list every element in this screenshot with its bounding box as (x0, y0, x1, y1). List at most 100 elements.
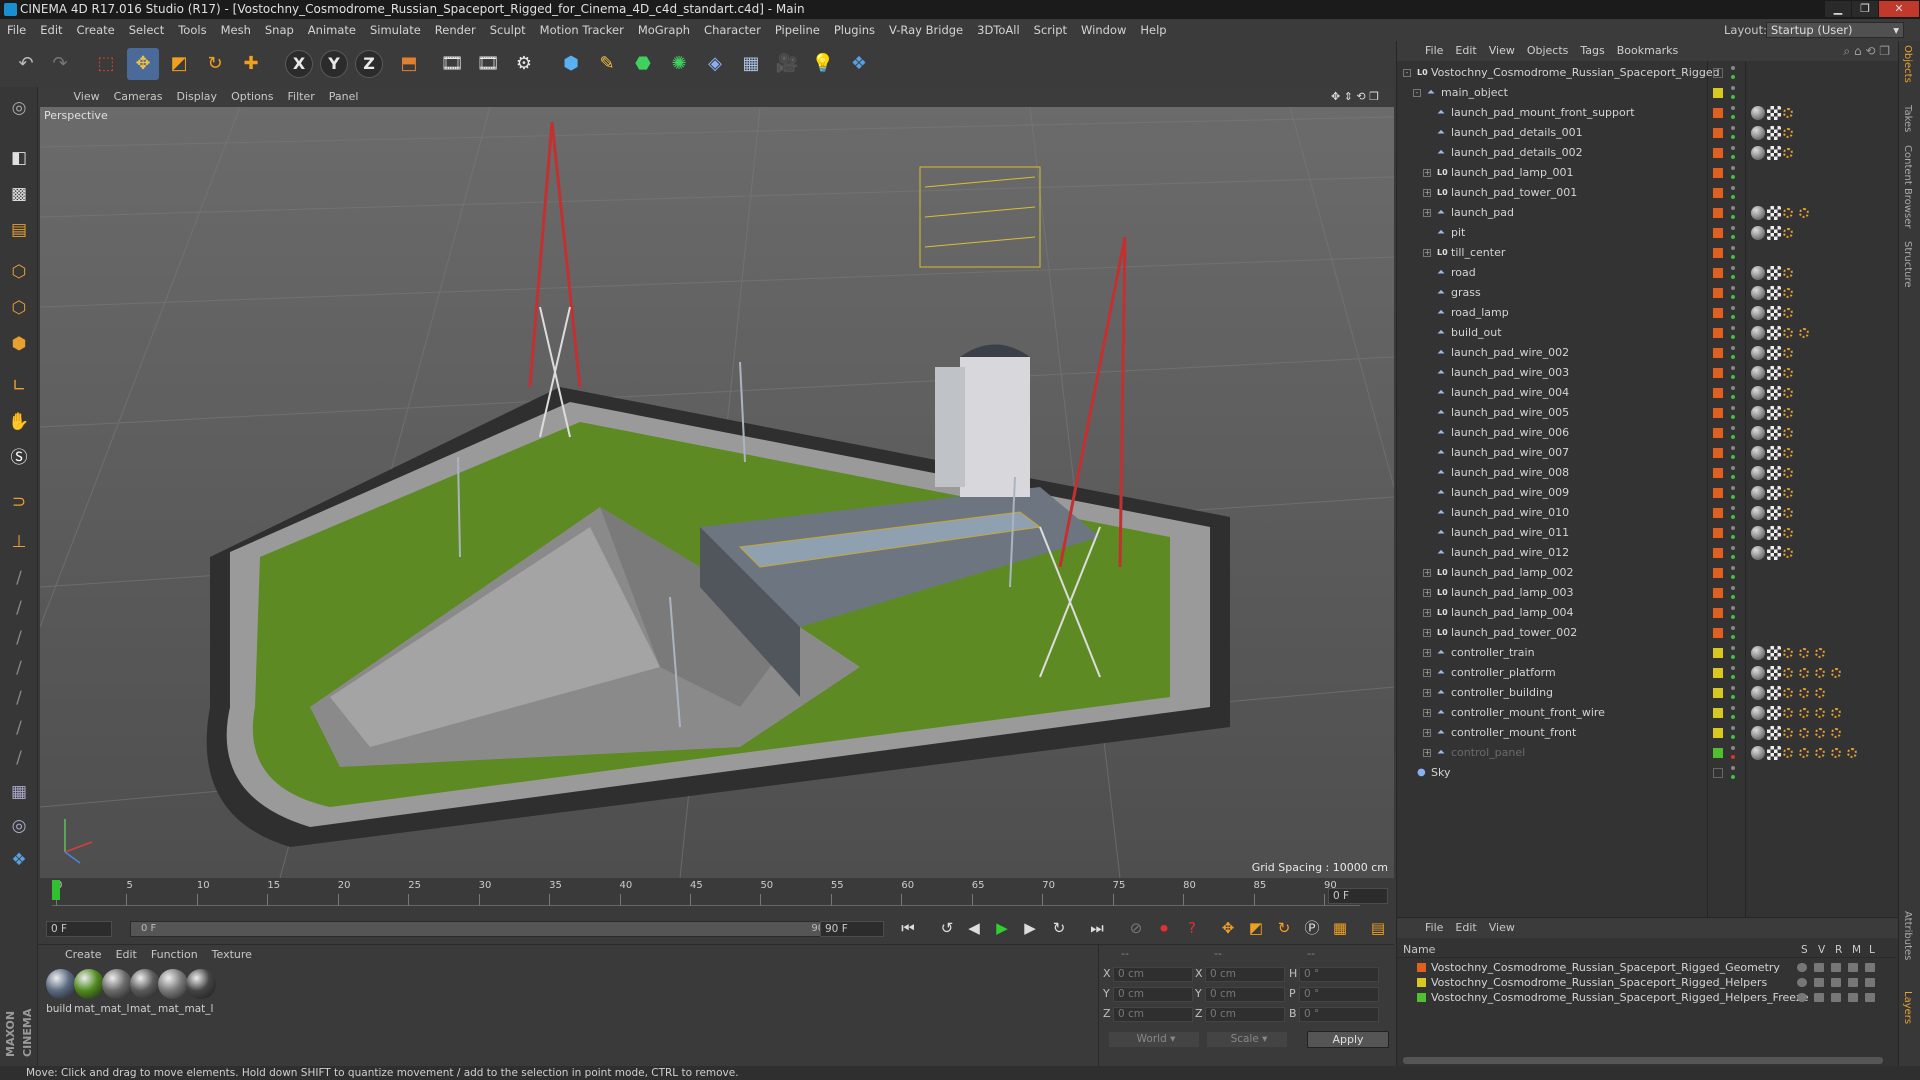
layer-toggle-icon[interactable] (1865, 978, 1875, 987)
render-visibility-dot[interactable] (1731, 775, 1735, 779)
cube-primitive-icon[interactable]: ⬢ (555, 48, 587, 80)
material-tag-icon[interactable] (1751, 486, 1765, 500)
keyframe-selection-icon[interactable]: ? (1180, 916, 1204, 940)
workplane-icon[interactable]: ⊥ (3, 527, 35, 557)
object-name[interactable]: launch_pad_wire_010 (1451, 503, 1569, 523)
protection-tag-icon[interactable] (1799, 688, 1809, 698)
material-tag-icon[interactable] (1751, 466, 1765, 480)
texture-tag-icon[interactable] (1767, 346, 1781, 360)
expand-icon[interactable]: + (1423, 669, 1431, 677)
viewport-menu-filter[interactable]: Filter (281, 87, 322, 107)
texture-tag-icon[interactable] (1767, 706, 1781, 720)
protection-tag-icon[interactable] (1783, 548, 1793, 558)
coordinate-system-icon[interactable]: ⬒ (393, 48, 425, 80)
layer-toggle-icon[interactable] (1814, 978, 1824, 987)
material-tag-icon[interactable] (1751, 106, 1765, 120)
layer-color-swatch[interactable] (1713, 208, 1723, 218)
protection-tag-icon[interactable] (1799, 648, 1809, 658)
editor-visibility-dot[interactable] (1731, 666, 1735, 670)
protection-tag-icon[interactable] (1799, 668, 1809, 678)
editor-visibility-dot[interactable] (1731, 766, 1735, 770)
menu-render[interactable]: Render (428, 19, 483, 41)
menu-edit[interactable]: Edit (33, 19, 69, 41)
editor-visibility-dot[interactable] (1731, 526, 1735, 530)
layer-name[interactable]: Vostochny_Cosmodrome_Russian_Spaceport_R… (1431, 960, 1780, 975)
object-row[interactable]: ⏶ pit (1397, 223, 1899, 243)
object-row[interactable]: ⏶ launch_pad_wire_011 (1397, 523, 1899, 543)
layer-color-swatch[interactable] (1713, 528, 1723, 538)
object-name[interactable]: launch_pad_lamp_004 (1451, 603, 1573, 623)
side-tab-objects[interactable]: Objects (1902, 45, 1913, 83)
render-visibility-dot[interactable] (1731, 495, 1735, 499)
editor-visibility-dot[interactable] (1731, 126, 1735, 130)
material-tag-icon[interactable] (1751, 546, 1765, 560)
layer-color-swatch[interactable] (1713, 128, 1723, 138)
range-slider[interactable]: 0 F 90 F (130, 921, 850, 937)
rotate-tool-icon[interactable]: ↻ (199, 48, 231, 80)
render-visibility-dot[interactable] (1731, 335, 1735, 339)
render-visibility-dot[interactable] (1731, 595, 1735, 599)
object-row[interactable]: ⏶ road_lamp (1397, 303, 1899, 323)
undo-icon[interactable]: ↶ (10, 48, 42, 80)
object-name[interactable]: till_center (1451, 243, 1505, 263)
material-menu-texture[interactable]: Texture (205, 945, 259, 965)
object-row[interactable]: ● Sky (1397, 763, 1899, 783)
protection-tag-icon[interactable] (1815, 728, 1825, 738)
coord-value-field[interactable]: 0 cm (1113, 967, 1193, 982)
object-row[interactable]: + ⏶ controller_building (1397, 683, 1899, 703)
protection-tag-icon[interactable] (1783, 268, 1793, 278)
layer-color-swatch[interactable] (1713, 348, 1723, 358)
layer-color-swatch[interactable] (1713, 648, 1723, 658)
object-name[interactable]: launch_pad_wire_007 (1451, 443, 1569, 463)
menu-create[interactable]: Create (70, 19, 122, 41)
sculpt-mask-icon[interactable]: ∕ (3, 713, 35, 743)
protection-tag-icon[interactable] (1799, 328, 1809, 338)
layer-toggle-icon[interactable] (1831, 993, 1841, 1002)
material-tag-icon[interactable] (1751, 686, 1765, 700)
material-ball[interactable] (186, 969, 216, 999)
object-row[interactable]: ⏶ grass (1397, 283, 1899, 303)
object-name[interactable]: launch_pad_details_002 (1451, 143, 1583, 163)
layer-none-icon[interactable] (1713, 68, 1723, 78)
side-tab-takes[interactable]: Takes (1902, 105, 1913, 132)
layer-toggle-icon[interactable] (1831, 963, 1841, 972)
viewport-menu-cameras[interactable]: Cameras (107, 87, 170, 107)
coord-value-field[interactable]: 0 cm (1205, 1007, 1285, 1022)
render-visibility-dot[interactable] (1731, 655, 1735, 659)
python-script-icon[interactable]: ❖ (3, 845, 35, 875)
next-key-icon[interactable]: ↻ (1047, 916, 1071, 940)
object-row[interactable]: ⏶ launch_pad_wire_010 (1397, 503, 1899, 523)
protection-tag-icon[interactable] (1783, 448, 1793, 458)
object-name[interactable]: grass (1451, 283, 1481, 303)
object-name[interactable]: launch_pad_mount_front_support (1451, 103, 1635, 123)
object-row[interactable]: ⏶ launch_pad_wire_009 (1397, 483, 1899, 503)
layer-color-swatch[interactable] (1713, 748, 1723, 758)
editor-visibility-dot[interactable] (1731, 546, 1735, 550)
protection-tag-icon[interactable] (1783, 228, 1793, 238)
object-row[interactable]: ⏶ launch_pad_details_002 (1397, 143, 1899, 163)
layer-color-swatch[interactable] (1713, 568, 1723, 578)
goto-start-icon[interactable]: ⏮ (896, 916, 920, 940)
layer-row[interactable]: Vostochny_Cosmodrome_Russian_Spaceport_R… (1397, 990, 1899, 1005)
texture-tag-icon[interactable] (1767, 266, 1781, 280)
layer-toggle-icon[interactable] (1848, 993, 1858, 1002)
expand-icon[interactable]: + (1423, 589, 1431, 597)
object-name[interactable]: road_lamp (1451, 303, 1509, 323)
menu-mesh[interactable]: Mesh (214, 19, 258, 41)
protection-tag-icon[interactable] (1815, 668, 1825, 678)
protection-tag-icon[interactable] (1815, 688, 1825, 698)
viewport-menu-options[interactable]: Options (224, 87, 280, 107)
snap-icon[interactable]: Ⓢ (3, 443, 35, 473)
material-tag-icon[interactable] (1751, 346, 1765, 360)
side-tab-attributes[interactable]: Attributes (1902, 911, 1913, 960)
python-icon[interactable]: ❖ (843, 48, 875, 80)
menu-select[interactable]: Select (122, 19, 171, 41)
editor-visibility-dot[interactable] (1731, 586, 1735, 590)
editor-visibility-dot[interactable] (1731, 626, 1735, 630)
object-name[interactable]: main_object (1441, 83, 1508, 103)
expand-icon[interactable]: + (1423, 689, 1431, 697)
render-visibility-dot[interactable] (1731, 735, 1735, 739)
expand-icon[interactable]: + (1423, 709, 1431, 717)
3d-viewport[interactable]: Perspective Grid Spacing : 10000 cm (40, 107, 1394, 878)
menu-snap[interactable]: Snap (258, 19, 301, 41)
